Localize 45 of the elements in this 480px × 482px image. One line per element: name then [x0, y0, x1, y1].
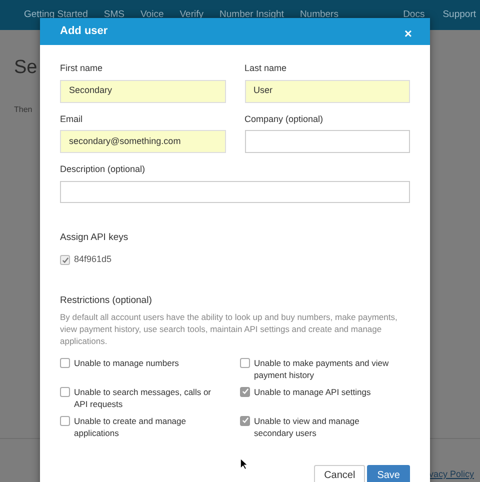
checkbox[interactable]	[240, 416, 250, 426]
checkbox-label: Unable to manage numbers	[74, 356, 180, 368]
field-label: Last name	[244, 62, 288, 75]
checkbox[interactable]	[60, 386, 70, 396]
field-label: Company (optional)	[244, 112, 324, 126]
nav-link[interactable]: Verify	[180, 8, 204, 22]
dialog-title: Add user	[60, 24, 108, 40]
privacy-link[interactable]: vacy Policy	[428, 468, 474, 482]
save-button[interactable]: Save	[367, 464, 410, 482]
check-icon	[242, 417, 248, 424]
checkbox-label: Unable to make payments and view payment history	[254, 356, 390, 380]
checkbox[interactable]	[240, 386, 250, 396]
check-icon	[242, 388, 248, 395]
checkbox-label: Unable to view and manage secondary users	[254, 414, 360, 438]
nav-link[interactable]: Support	[442, 8, 476, 22]
field-label: First name	[60, 62, 104, 75]
text-field[interactable]: Secondary	[60, 80, 226, 102]
text-field[interactable]: User	[244, 80, 410, 102]
text-field[interactable]: secondary@something.com	[60, 130, 226, 153]
nav-link[interactable]: Getting Started	[24, 8, 88, 22]
help-text: By default all account users have the ability to look up and buy numbers, make payments, view payment history, use search tools, maintain API settings and create and manage applications.	[60, 310, 398, 346]
checkbox[interactable]	[60, 358, 70, 368]
description-field[interactable]	[60, 180, 410, 202]
field-label: Description (optional)	[60, 163, 146, 176]
text-field[interactable]	[244, 130, 410, 153]
section-label: Restrictions (optional)	[60, 294, 153, 308]
nav-link[interactable]: Docs	[403, 8, 425, 22]
section-label: Assign API keys	[60, 230, 130, 244]
api-key-label: 84f961d5	[74, 252, 112, 266]
nav-link[interactable]: Voice	[140, 8, 164, 22]
page-heading: Se	[14, 58, 38, 77]
check-icon	[62, 256, 68, 264]
nav-link[interactable]: Numbers	[300, 8, 338, 22]
cursor-icon	[240, 458, 248, 470]
nav-link[interactable]: Number Insight	[220, 8, 284, 22]
checkbox-label: Unable to manage API settings	[254, 386, 372, 398]
field-label: Email	[60, 112, 84, 126]
nav-link[interactable]: SMS	[104, 8, 124, 22]
cancel-button[interactable]: Cancel	[314, 464, 366, 482]
close-button[interactable]: ×	[404, 26, 412, 40]
checkbox-label: Unable to create and manage applications	[74, 414, 187, 438]
checkbox[interactable]	[60, 416, 70, 426]
page-text: Then	[14, 104, 32, 116]
checkbox-label: Unable to search messages, calls or API requests	[74, 386, 212, 410]
checkbox[interactable]	[240, 358, 250, 368]
